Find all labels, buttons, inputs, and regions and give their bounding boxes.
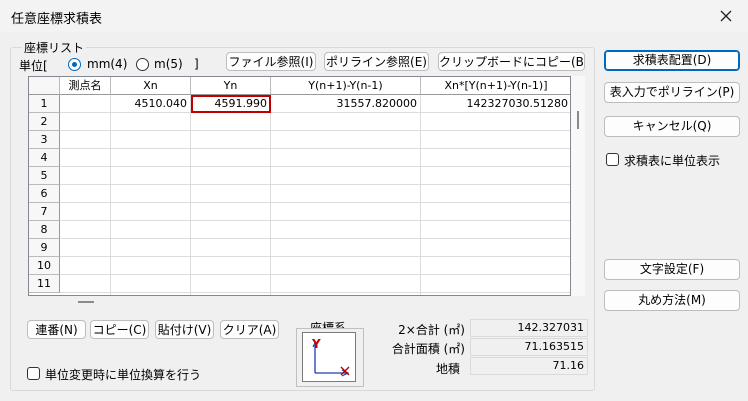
total-area-value: 71.163515 bbox=[470, 338, 588, 356]
text-settings-button[interactable]: 文字設定(F) bbox=[604, 259, 740, 280]
row-header[interactable]: 7 bbox=[29, 203, 60, 221]
cell-xn[interactable]: 4510.040 bbox=[111, 95, 191, 113]
row-header[interactable]: 1 bbox=[29, 95, 60, 113]
copy-button[interactable]: コピー(C) bbox=[90, 320, 149, 339]
polyline-reference-button[interactable]: ポリライン参照(E) bbox=[324, 52, 429, 71]
vertical-scroll-thumb[interactable] bbox=[577, 111, 579, 129]
unit-m-radio[interactable] bbox=[136, 58, 149, 71]
column-header-product[interactable]: Xn*[Y(n+1)-Y(n-1)] bbox=[421, 77, 570, 95]
unit-m-label: m(5) bbox=[154, 57, 183, 71]
grid-corner bbox=[29, 77, 60, 95]
land-area-label: 地積 bbox=[435, 362, 460, 376]
cell-product[interactable]: 142327030.51280 bbox=[421, 95, 570, 113]
unit-convert-checkbox[interactable] bbox=[27, 367, 40, 380]
clear-button[interactable]: クリア(A) bbox=[220, 320, 279, 339]
polyline-from-input-button[interactable]: 表入力でポリライン(P) bbox=[604, 82, 740, 103]
unit-convert-label: 単位変更時に単位換算を行う bbox=[45, 368, 202, 382]
close-icon[interactable] bbox=[714, 4, 738, 28]
vertical-scrollbar[interactable] bbox=[571, 76, 585, 296]
row-header[interactable]: 11 bbox=[29, 275, 60, 293]
show-unit-checkbox[interactable] bbox=[606, 153, 619, 166]
double-total-value: 142.327031 bbox=[470, 319, 588, 337]
coordinate-grid[interactable]: 測点名 Xn Yn Y(n+1)-Y(n-1) Xn*[Y(n+1)-Y(n-1… bbox=[28, 76, 571, 296]
double-total-label: 2×合計 (㎡) bbox=[398, 323, 465, 337]
horizontal-scroll-thumb[interactable] bbox=[78, 301, 94, 303]
land-area-value: 71.16 bbox=[470, 357, 588, 375]
row-header[interactable]: 10 bbox=[29, 257, 60, 275]
unit-mm-radio[interactable] bbox=[68, 58, 81, 71]
row-header[interactable]: 9 bbox=[29, 239, 60, 257]
cancel-button[interactable]: キャンセル(Q) bbox=[604, 116, 740, 137]
cell-dy[interactable]: 31557.820000 bbox=[271, 95, 421, 113]
y-axis-label: Y bbox=[312, 337, 321, 351]
unit-prefix-label: 単位[ bbox=[19, 59, 48, 73]
column-header-dy[interactable]: Y(n+1)-Y(n-1) bbox=[271, 77, 421, 95]
row-header[interactable]: 2 bbox=[29, 113, 60, 131]
serial-number-button[interactable]: 連番(N) bbox=[27, 320, 86, 339]
window-title: 任意座標求積表 bbox=[11, 12, 103, 27]
row-header[interactable]: 8 bbox=[29, 221, 60, 239]
paste-button[interactable]: 貼付け(V) bbox=[155, 320, 214, 339]
unit-mm-label: mm(4) bbox=[87, 57, 128, 71]
rounding-method-button[interactable]: 丸め方法(M) bbox=[604, 290, 740, 311]
coordinate-list-label: 座標リスト bbox=[22, 39, 87, 56]
title-bar bbox=[0, 0, 748, 32]
row-header[interactable]: 6 bbox=[29, 185, 60, 203]
row-header[interactable]: 3 bbox=[29, 131, 60, 149]
unit-suffix-label: ] bbox=[194, 57, 199, 71]
coordinate-system-icon bbox=[302, 332, 356, 382]
show-unit-label: 求積表に単位表示 bbox=[624, 154, 721, 168]
file-reference-button[interactable]: ファイル参照(I) bbox=[226, 52, 316, 71]
row-header[interactable]: 4 bbox=[29, 149, 60, 167]
total-area-label: 合計面積 (㎡) bbox=[391, 342, 465, 356]
cell-yn-selected[interactable]: 4591.990 bbox=[191, 95, 271, 113]
place-table-button[interactable]: 求積表配置(D) bbox=[604, 50, 740, 71]
empty-grid-rows[interactable] bbox=[60, 113, 570, 295]
column-header-name[interactable]: 測点名 bbox=[60, 77, 111, 95]
column-header-yn[interactable]: Yn bbox=[191, 77, 271, 95]
row-header[interactable]: 5 bbox=[29, 167, 60, 185]
column-header-xn[interactable]: Xn bbox=[111, 77, 191, 95]
copy-to-clipboard-button[interactable]: クリップボードにコピー(B) bbox=[438, 52, 585, 71]
cell-name[interactable] bbox=[60, 95, 111, 113]
